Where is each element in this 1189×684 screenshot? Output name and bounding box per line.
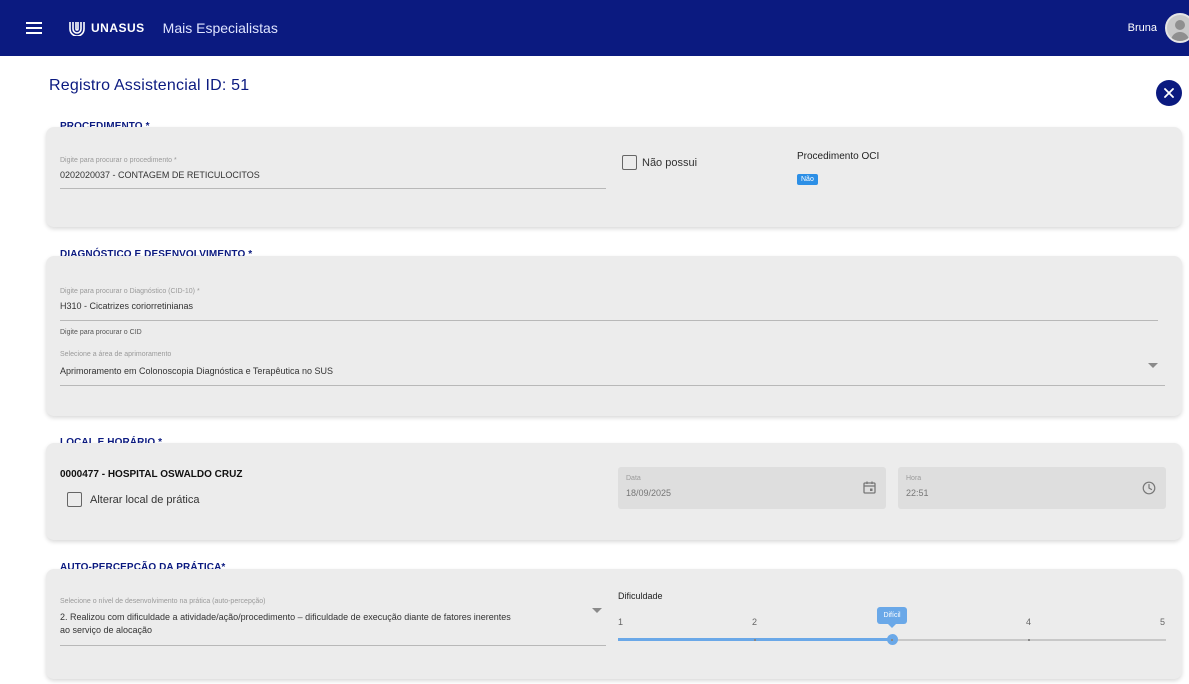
local-panel: 0000477 - HOSPITAL OSWALDO CRUZ Alterar … [46,443,1182,540]
nivel-select-underline [60,645,606,646]
oci-status-badge: Não [797,174,818,185]
nivel-select-line1[interactable]: 2. Realizou com dificuldade a atividade/… [60,612,580,622]
procedimento-search-underline [60,188,606,189]
procedimento-search-label: Digite para procurar o procedimento * [60,157,177,164]
hora-input[interactable]: 22:51 [906,488,929,498]
cid-search-input[interactable]: H310 - Cicatrizes coriorretinianas [60,301,193,311]
menu-button[interactable] [12,6,56,50]
cid-search-underline [60,320,1158,321]
procedimento-search-input[interactable]: 0202020037 - CONTAGEM DE RETICULOCITOS [60,170,260,180]
nivel-select-label: Selecione o nível de desenvolvimento na … [60,598,266,605]
user-name: Bruna [1127,22,1157,34]
hora-label: Hora [906,475,922,482]
data-label: Data [626,475,641,482]
slider-tick-label: 5 [1160,617,1166,627]
area-dropdown-arrow-icon[interactable] [1148,363,1158,368]
close-button[interactable] [1156,80,1182,106]
unasus-logo: UNASUS [68,20,145,36]
data-input[interactable]: 18/09/2025 [626,488,671,498]
data-field[interactable]: Data 18/09/2025 [618,467,886,509]
nao-possui-checkbox[interactable] [622,155,637,170]
slider-tick-label: 2 [752,617,758,627]
alterar-local-checkbox[interactable] [67,492,82,507]
calendar-icon[interactable] [863,481,876,494]
area-select[interactable]: Aprimoramento em Colonoscopia Diagnóstic… [60,366,333,376]
logo-text: UNASUS [91,21,145,35]
unasus-logo-icon [69,22,85,36]
slider-tick-label: 1 [618,617,624,627]
nao-possui-label: Não possui [642,157,698,169]
dificuldade-title: Dificuldade [618,591,663,601]
procedimento-panel: Digite para procurar o procedimento * 02… [46,127,1182,227]
hora-field[interactable]: Hora 22:51 [898,467,1166,509]
diagnostico-panel: Digite para procurar o Diagnóstico (CID-… [46,256,1182,416]
app-name: Mais Especialistas [162,20,278,36]
cid-hint: Digite para procurar o CID [60,329,142,336]
slider-tick-mark [1028,639,1030,641]
dificuldade-slider[interactable]: Difícil 1 2 4 5 [618,605,1166,645]
nivel-select-line2[interactable]: ao serviço de alocação [60,625,152,635]
hamburger-icon [26,27,42,29]
page-title: Registro Assistencial ID: 51 [49,77,250,94]
slider-tick-mark [754,639,756,641]
clock-icon[interactable] [1142,481,1156,495]
close-icon [1164,88,1174,98]
cid-search-label: Digite para procurar o Diagnóstico (CID-… [60,288,200,295]
procedimento-oci-title: Procedimento OCI [797,151,880,162]
autopercepcao-panel: Selecione o nível de desenvolvimento na … [46,569,1182,679]
user-menu[interactable]: Bruna [1128,0,1189,56]
app-bar: UNASUS Mais Especialistas Bruna [0,0,1189,56]
area-select-underline [60,385,1165,386]
slider-value-tooltip: Difícil [877,607,907,628]
nivel-dropdown-arrow-icon[interactable] [592,608,602,613]
area-select-label: Selecione a área de aprimoramento [60,351,172,358]
slider-tick-mark [891,639,893,641]
avatar[interactable] [1165,13,1189,43]
hospital-name: 0000477 - HOSPITAL OSWALDO CRUZ [60,469,243,480]
alterar-local-label: Alterar local de prática [90,494,200,506]
slider-tick-label: 4 [1026,617,1032,627]
